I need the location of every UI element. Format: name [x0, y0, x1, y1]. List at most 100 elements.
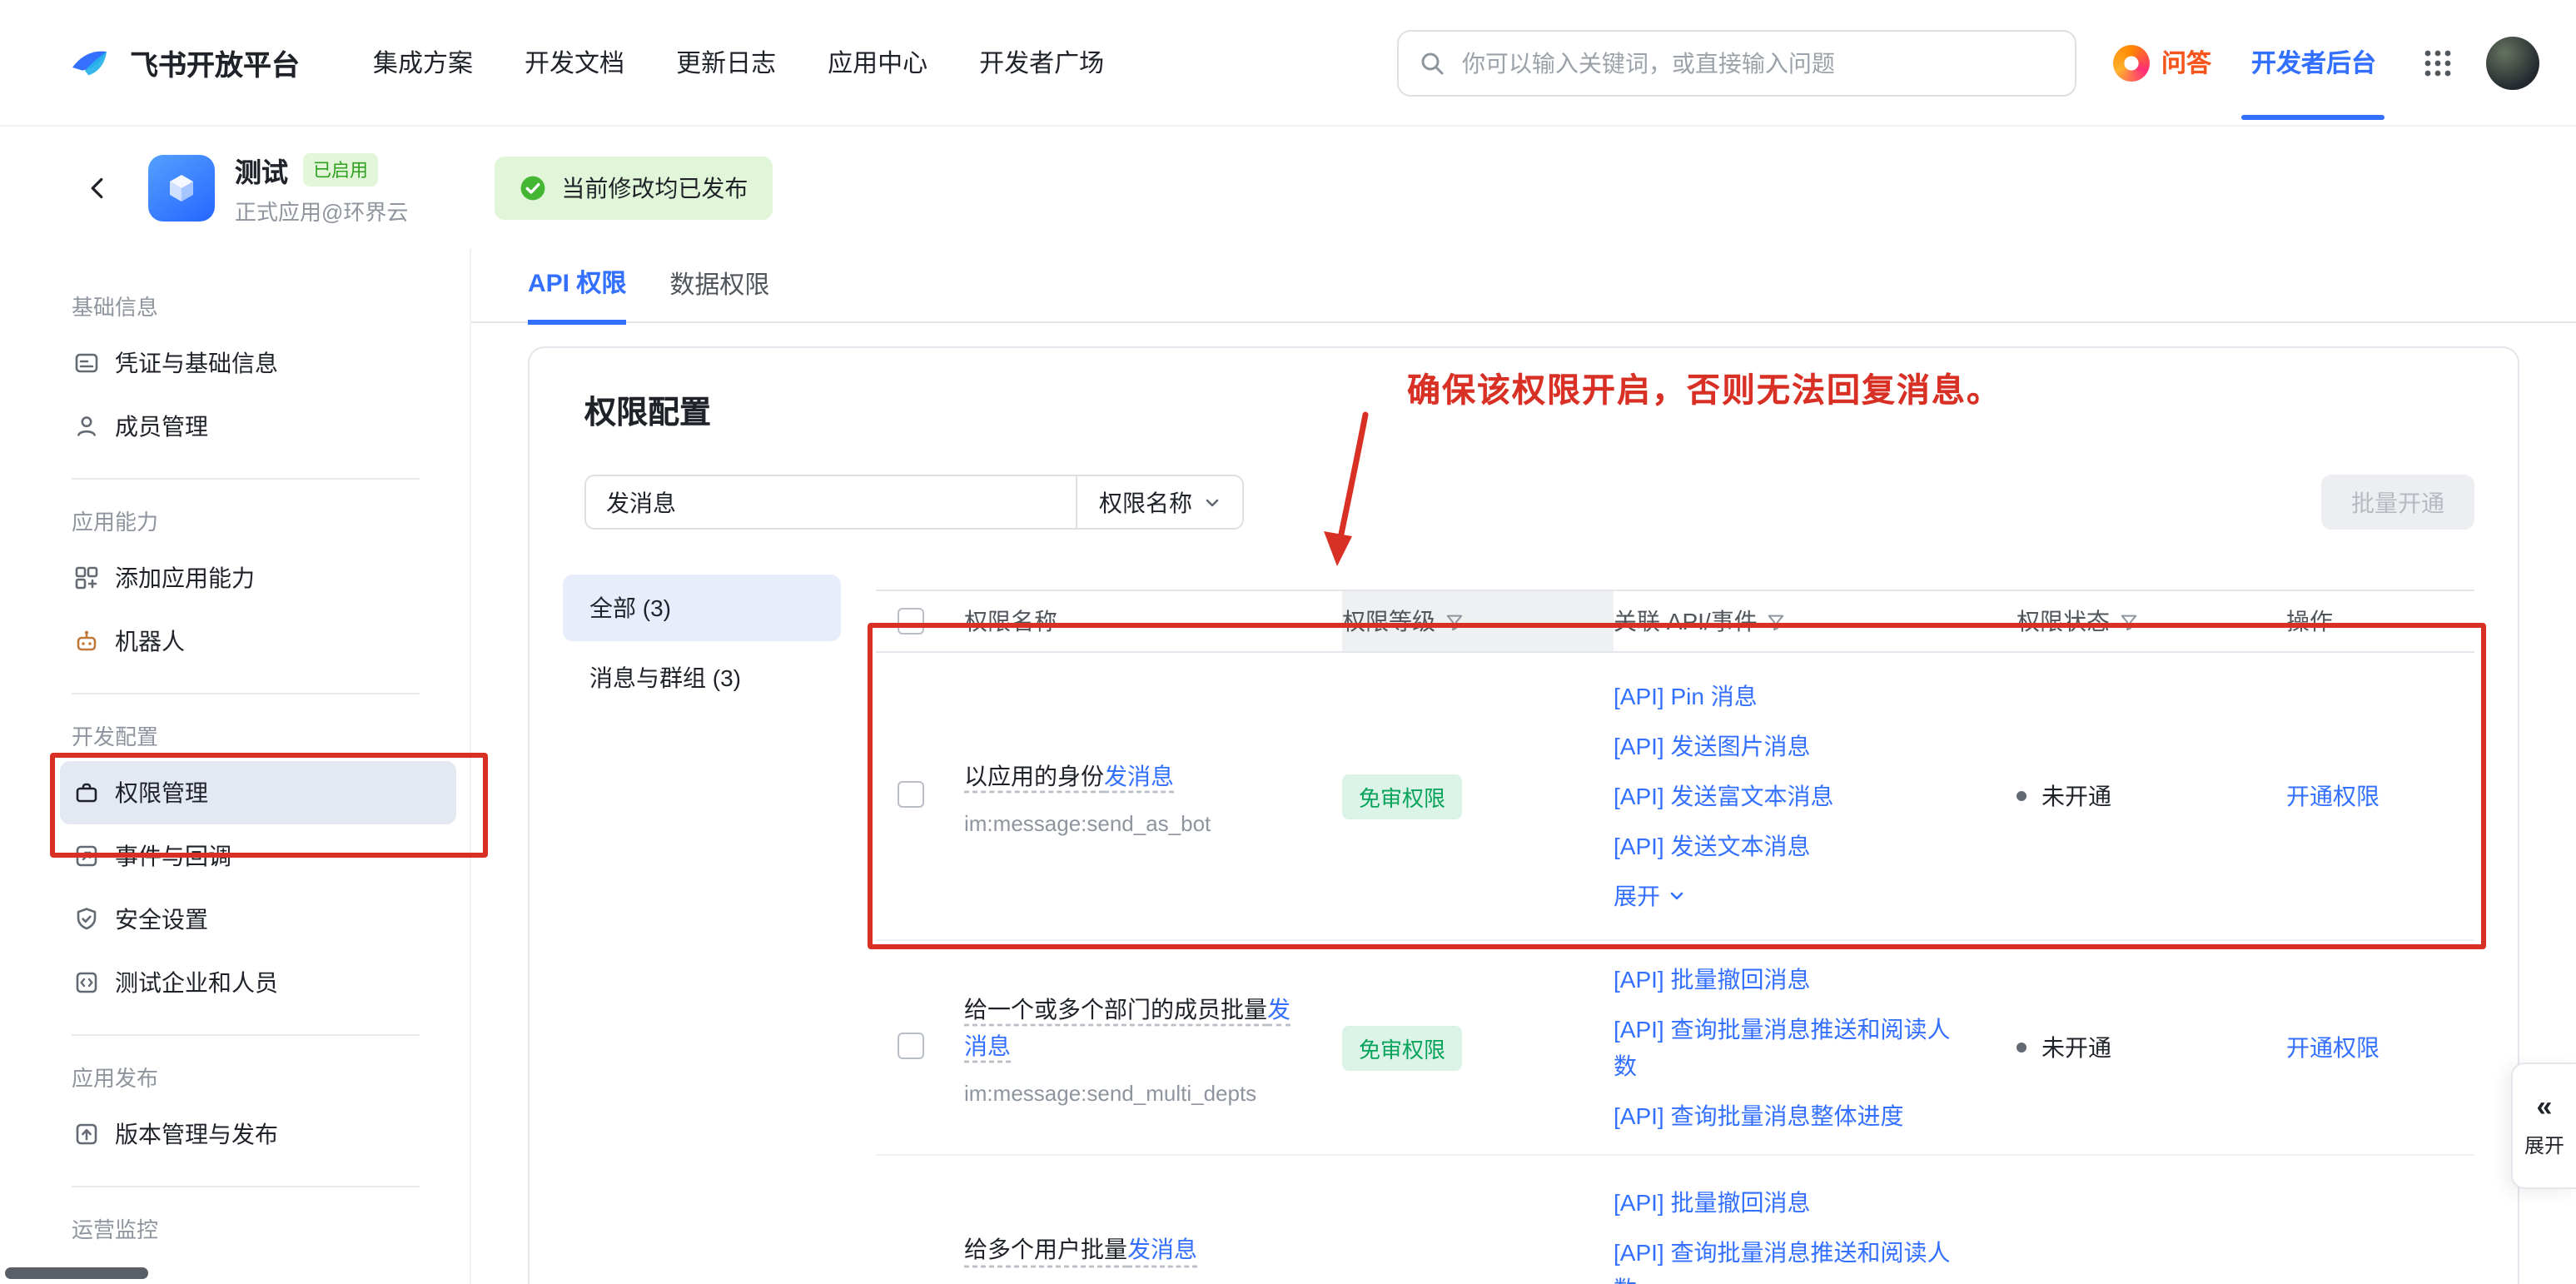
category-all[interactable]: 全部 (3) — [563, 575, 841, 641]
annotation-arrow — [1302, 411, 1402, 586]
nav-item-docs[interactable]: 开发文档 — [525, 45, 624, 80]
nav-item-solutions[interactable]: 集成方案 — [373, 45, 473, 80]
api-link[interactable]: [API] 查询批量消息推送和阅读人数 — [1614, 1005, 1955, 1092]
publish-status-text: 当前修改均已发布 — [561, 171, 748, 204]
api-link[interactable]: [API] 发送富文本消息 — [1614, 771, 1955, 821]
sidebar-item-label: 测试企业和人员 — [115, 966, 278, 999]
category-message-group[interactable]: 消息与群组 (3) — [563, 644, 841, 711]
global-search[interactable] — [1397, 29, 2076, 96]
sidebar-item-permissions[interactable]: 权限管理 — [60, 761, 456, 824]
sidebar-section-monitoring: 运营监控 — [0, 1207, 470, 1254]
api-link[interactable]: [API] 批量撤回消息 — [1614, 1178, 1955, 1228]
search-input[interactable] — [1459, 47, 2055, 77]
sidebar-section-dev-config: 开发配置 — [0, 714, 470, 761]
api-link[interactable]: [API] 查询批量消息整体进度 — [1614, 1092, 1955, 1142]
permission-icon — [73, 779, 100, 806]
expand-panel-label: 展开 — [2524, 1131, 2564, 1159]
api-link[interactable]: [API] Pin 消息 — [1614, 671, 1955, 721]
header-related-api[interactable]: 关联 API/事件 — [1614, 605, 2017, 638]
permission-code: im:message:send_as_bot — [964, 810, 1302, 835]
bot-icon — [73, 628, 100, 654]
permission-name[interactable]: 给多个用户批量发消息 — [964, 1232, 1302, 1268]
app-meta: 测试 已启用 正式应用@环界云 — [235, 149, 408, 226]
sidebar-item-version-release[interactable]: 版本管理与发布 — [60, 1102, 456, 1166]
header-permission-name: 权限名称 — [964, 605, 1342, 638]
shield-icon — [73, 906, 100, 933]
sidebar-item-bot[interactable]: 机器人 — [60, 610, 456, 673]
open-permission-link[interactable]: 开通权限 — [2286, 1035, 2380, 1062]
nav-item-devsquare[interactable]: 开发者广场 — [979, 45, 1104, 80]
feishu-logo-icon — [67, 39, 113, 86]
qa-link[interactable]: 问答 — [2113, 44, 2211, 81]
sidebar-section-basic-info: 基础信息 — [0, 285, 470, 331]
status-dot — [2017, 1043, 2026, 1053]
publish-icon — [73, 1121, 100, 1147]
credential-icon — [73, 350, 100, 376]
sidebar-item-label: 成员管理 — [115, 410, 208, 443]
api-link[interactable]: [API] 发送图片消息 — [1614, 721, 1955, 771]
qa-label: 问答 — [2161, 45, 2211, 80]
permission-search-input[interactable] — [586, 476, 1076, 528]
filter-funnel-icon[interactable] — [1445, 612, 1464, 630]
search-field-select[interactable]: 权限名称 — [1076, 476, 1242, 528]
back-button[interactable] — [78, 167, 118, 207]
select-all-checkbox[interactable] — [898, 608, 924, 635]
horizontal-scrollbar-thumb[interactable] — [5, 1267, 148, 1279]
table-row: 给一个或多个部门的成员批量发消息 im:message:send_multi_d… — [876, 942, 2474, 1157]
brand-name: 飞书开放平台 — [130, 42, 300, 83]
search-field-label: 权限名称 — [1099, 485, 1192, 519]
sidebar-item-test-enterprise[interactable]: 测试企业和人员 — [60, 951, 456, 1014]
brand[interactable]: 飞书开放平台 — [67, 39, 300, 86]
code-icon — [73, 969, 100, 996]
level-badge: 免审权限 — [1342, 774, 1462, 819]
row-checkbox[interactable] — [898, 1033, 924, 1059]
api-link[interactable]: [API] 发送文本消息 — [1614, 821, 1955, 871]
sidebar-divider — [72, 1186, 420, 1187]
permission-code: im:message:send_multi_depts — [964, 1081, 1302, 1106]
permission-tabs: API 权限 数据权限 — [471, 248, 2576, 323]
developer-console-link[interactable]: 开发者后台 — [2251, 45, 2376, 80]
batch-open-button[interactable]: 批量开通 — [2321, 475, 2474, 530]
category-filter-list: 全部 (3) 消息与群组 (3) — [563, 561, 876, 1284]
toolbar: 权限名称 批量开通 — [584, 475, 2474, 530]
status-text: 未开通 — [2041, 779, 2111, 813]
header-permission-status[interactable]: 权限状态 — [2017, 605, 2286, 638]
header-permission-level[interactable]: 权限等级 — [1342, 591, 1614, 651]
api-link[interactable]: [API] 查询批量消息推送和阅读人数 — [1614, 1228, 1955, 1284]
sidebar-item-label: 凭证与基础信息 — [115, 346, 278, 380]
tab-api-permissions[interactable]: API 权限 — [528, 265, 626, 325]
sidebar-divider — [72, 1034, 420, 1036]
sidebar-item-credentials[interactable]: 凭证与基础信息 — [60, 331, 456, 395]
filter-funnel-icon[interactable] — [2120, 612, 2138, 630]
sidebar-section-release: 应用发布 — [0, 1056, 470, 1102]
chevron-down-icon — [1668, 888, 1685, 904]
open-permission-link[interactable]: 开通权限 — [2286, 783, 2380, 809]
expand-panel-button[interactable]: « 展开 — [2511, 1063, 2576, 1189]
publish-status-badge: 当前修改均已发布 — [495, 156, 773, 219]
permission-name[interactable]: 给一个或多个部门的成员批量发消息 — [964, 991, 1302, 1064]
permission-name[interactable]: 以应用的身份发消息 — [964, 757, 1302, 794]
nav-item-changelog[interactable]: 更新日志 — [676, 45, 776, 80]
tab-data-permissions[interactable]: 数据权限 — [669, 266, 769, 321]
sidebar-item-security[interactable]: 安全设置 — [60, 888, 456, 951]
sidebar-divider — [72, 478, 420, 480]
filter-funnel-icon[interactable] — [1768, 612, 1786, 630]
sidebar-item-add-capability[interactable]: 添加应用能力 — [60, 546, 456, 610]
sidebar-item-events[interactable]: 事件与回调 — [60, 824, 456, 888]
sidebar-item-members[interactable]: 成员管理 — [60, 395, 456, 458]
sidebar-item-label: 安全设置 — [115, 903, 208, 936]
nav-item-appcenter[interactable]: 应用中心 — [828, 45, 927, 80]
api-link[interactable]: [API] 批量撤回消息 — [1614, 955, 1955, 1005]
apps-grid-icon[interactable] — [2423, 47, 2453, 77]
app-name: 测试 — [235, 149, 288, 189]
page-title: 权限配置 — [584, 388, 711, 433]
app-type: 正式应用@环界云 — [235, 194, 408, 226]
permission-search: 权限名称 — [584, 475, 1244, 530]
row-checkbox[interactable] — [898, 780, 924, 807]
table-row: 以应用的身份发消息 im:message:send_as_bot 免审权限 [A… — [876, 653, 2474, 942]
user-avatar[interactable] — [2486, 36, 2539, 89]
add-capability-icon — [73, 565, 100, 591]
main-nav: 集成方案 开发文档 更新日志 应用中心 开发者广场 — [373, 45, 1104, 80]
event-callback-icon — [73, 843, 100, 869]
expand-apis-link[interactable]: 展开 — [1614, 871, 1955, 921]
